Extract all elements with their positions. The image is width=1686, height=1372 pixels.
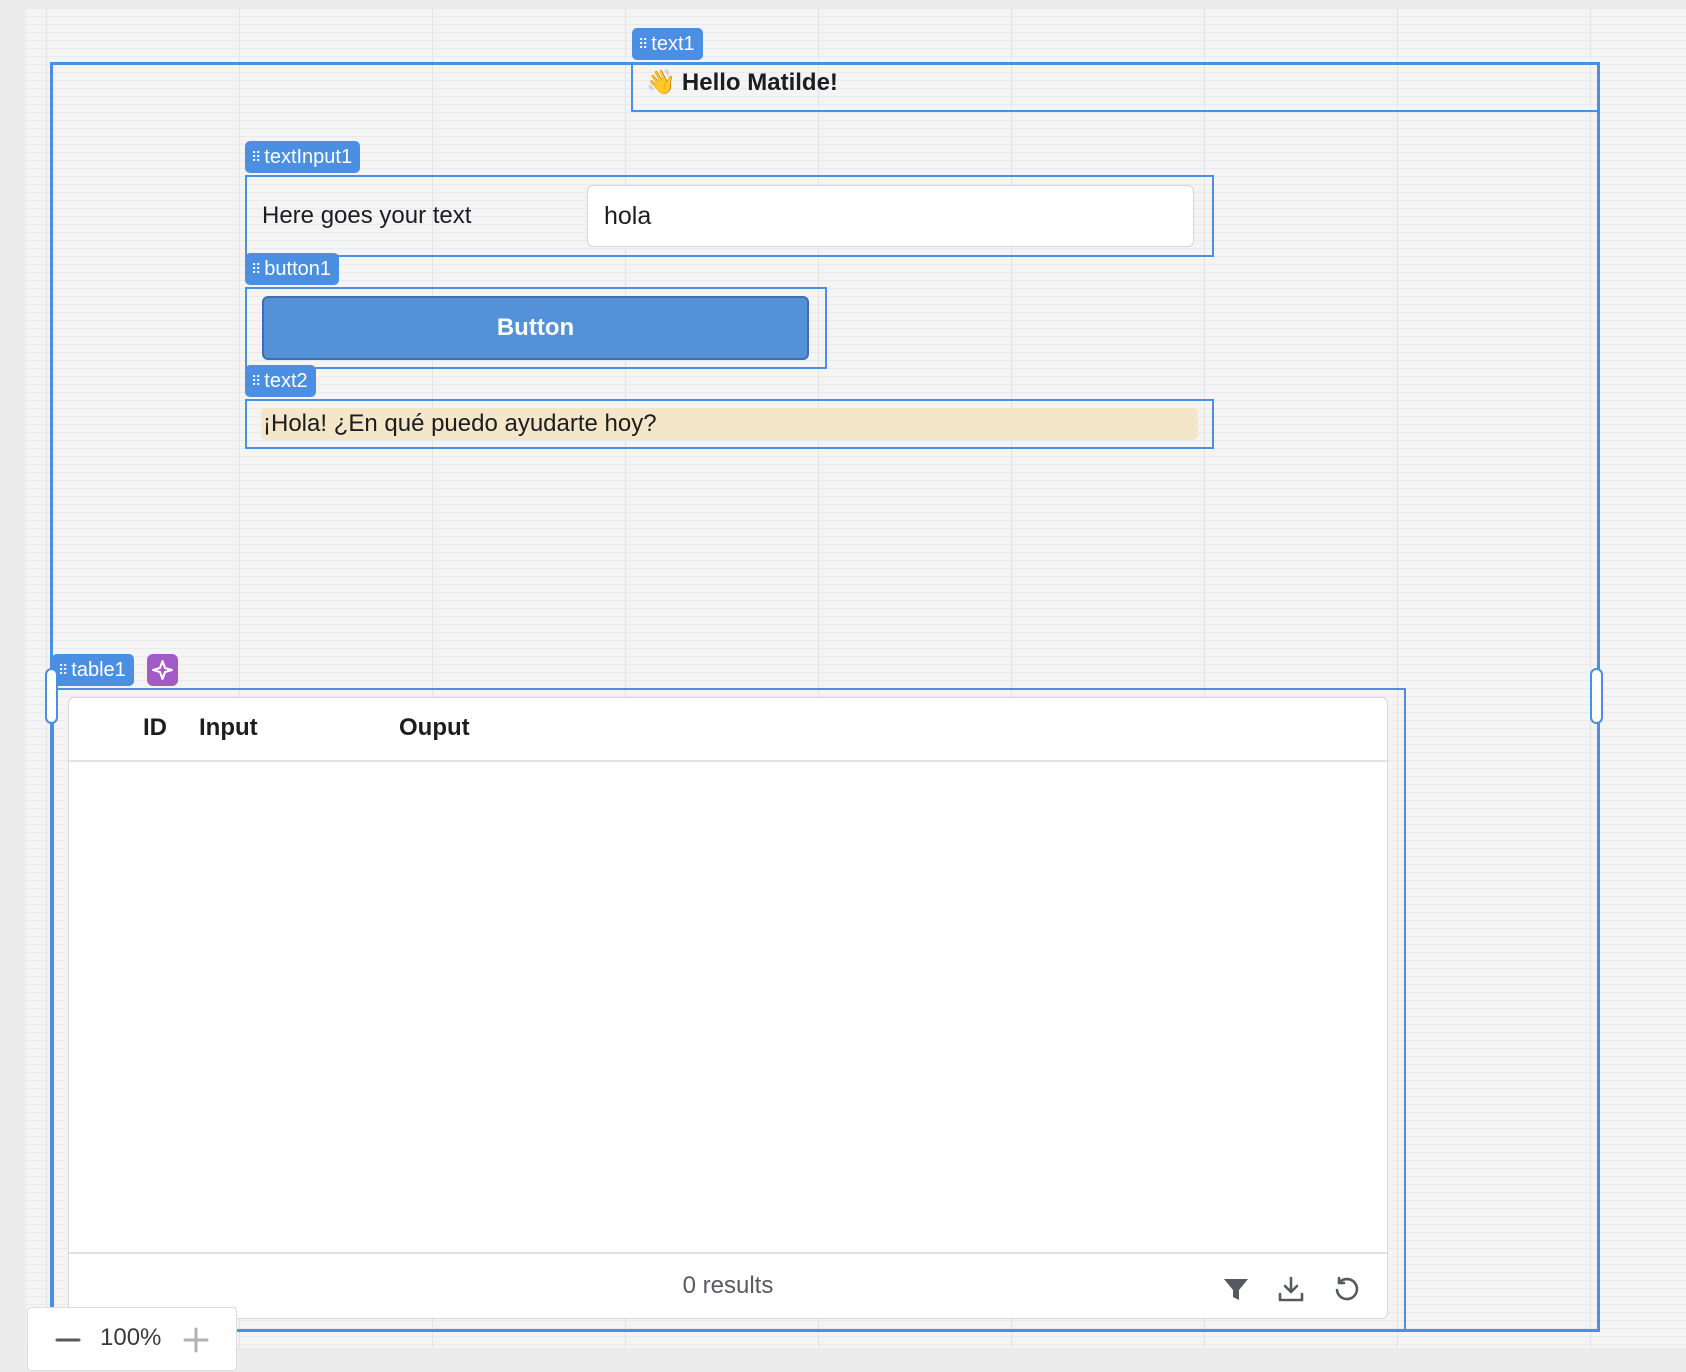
button1-tag[interactable]: ⠿ button1 [245,253,339,285]
filter-icon[interactable] [1221,1274,1251,1304]
plus-icon [183,1327,209,1353]
drag-handle-icon[interactable]: ⠿ [58,654,68,686]
greeting-label: Hello Matilde! [681,68,838,96]
waving-hand-icon: 👋 [646,69,676,96]
text2-tag[interactable]: ⠿ text2 [245,365,316,397]
table-footer: 0 results [69,1252,1387,1318]
results-count: 0 results [682,1272,774,1299]
text-input-field[interactable]: hola [587,185,1194,247]
table-header: ID Input Ouput [69,698,1387,762]
resize-handle-right[interactable] [1590,668,1603,724]
column-header-output[interactable]: Ouput [399,714,470,742]
text1-tag[interactable]: ⠿ text1 [632,28,703,60]
drag-handle-icon[interactable]: ⠿ [251,253,261,285]
zoom-out-button[interactable] [48,1320,88,1360]
primary-button[interactable]: Button [262,296,809,360]
sparkle-icon[interactable] [147,654,178,686]
data-table: ID Input Ouput 0 results [68,697,1388,1319]
text-input-label: Here goes your text [262,202,472,229]
resize-handle-left[interactable] [45,668,58,724]
column-header-id[interactable]: ID [143,714,167,742]
download-icon[interactable] [1276,1274,1306,1304]
minus-icon [55,1338,81,1342]
zoom-level: 100% [100,1324,162,1351]
drag-handle-icon[interactable]: ⠿ [638,28,648,60]
column-header-input[interactable]: Input [199,714,258,742]
zoom-control: 100% [27,1307,237,1371]
response-text: ¡Hola! ¿En qué puedo ayudarte hoy? [261,408,1198,440]
zoom-in-button[interactable] [176,1320,216,1360]
drag-handle-icon[interactable]: ⠿ [251,365,261,397]
greeting-text: 👋 Hello Matilde! [646,68,838,97]
table1-tag[interactable]: ⠿ table1 [52,654,134,686]
textInput1-tag[interactable]: ⠿ textInput1 [245,141,361,173]
drag-handle-icon[interactable]: ⠿ [251,141,261,173]
refresh-icon[interactable] [1331,1274,1361,1304]
